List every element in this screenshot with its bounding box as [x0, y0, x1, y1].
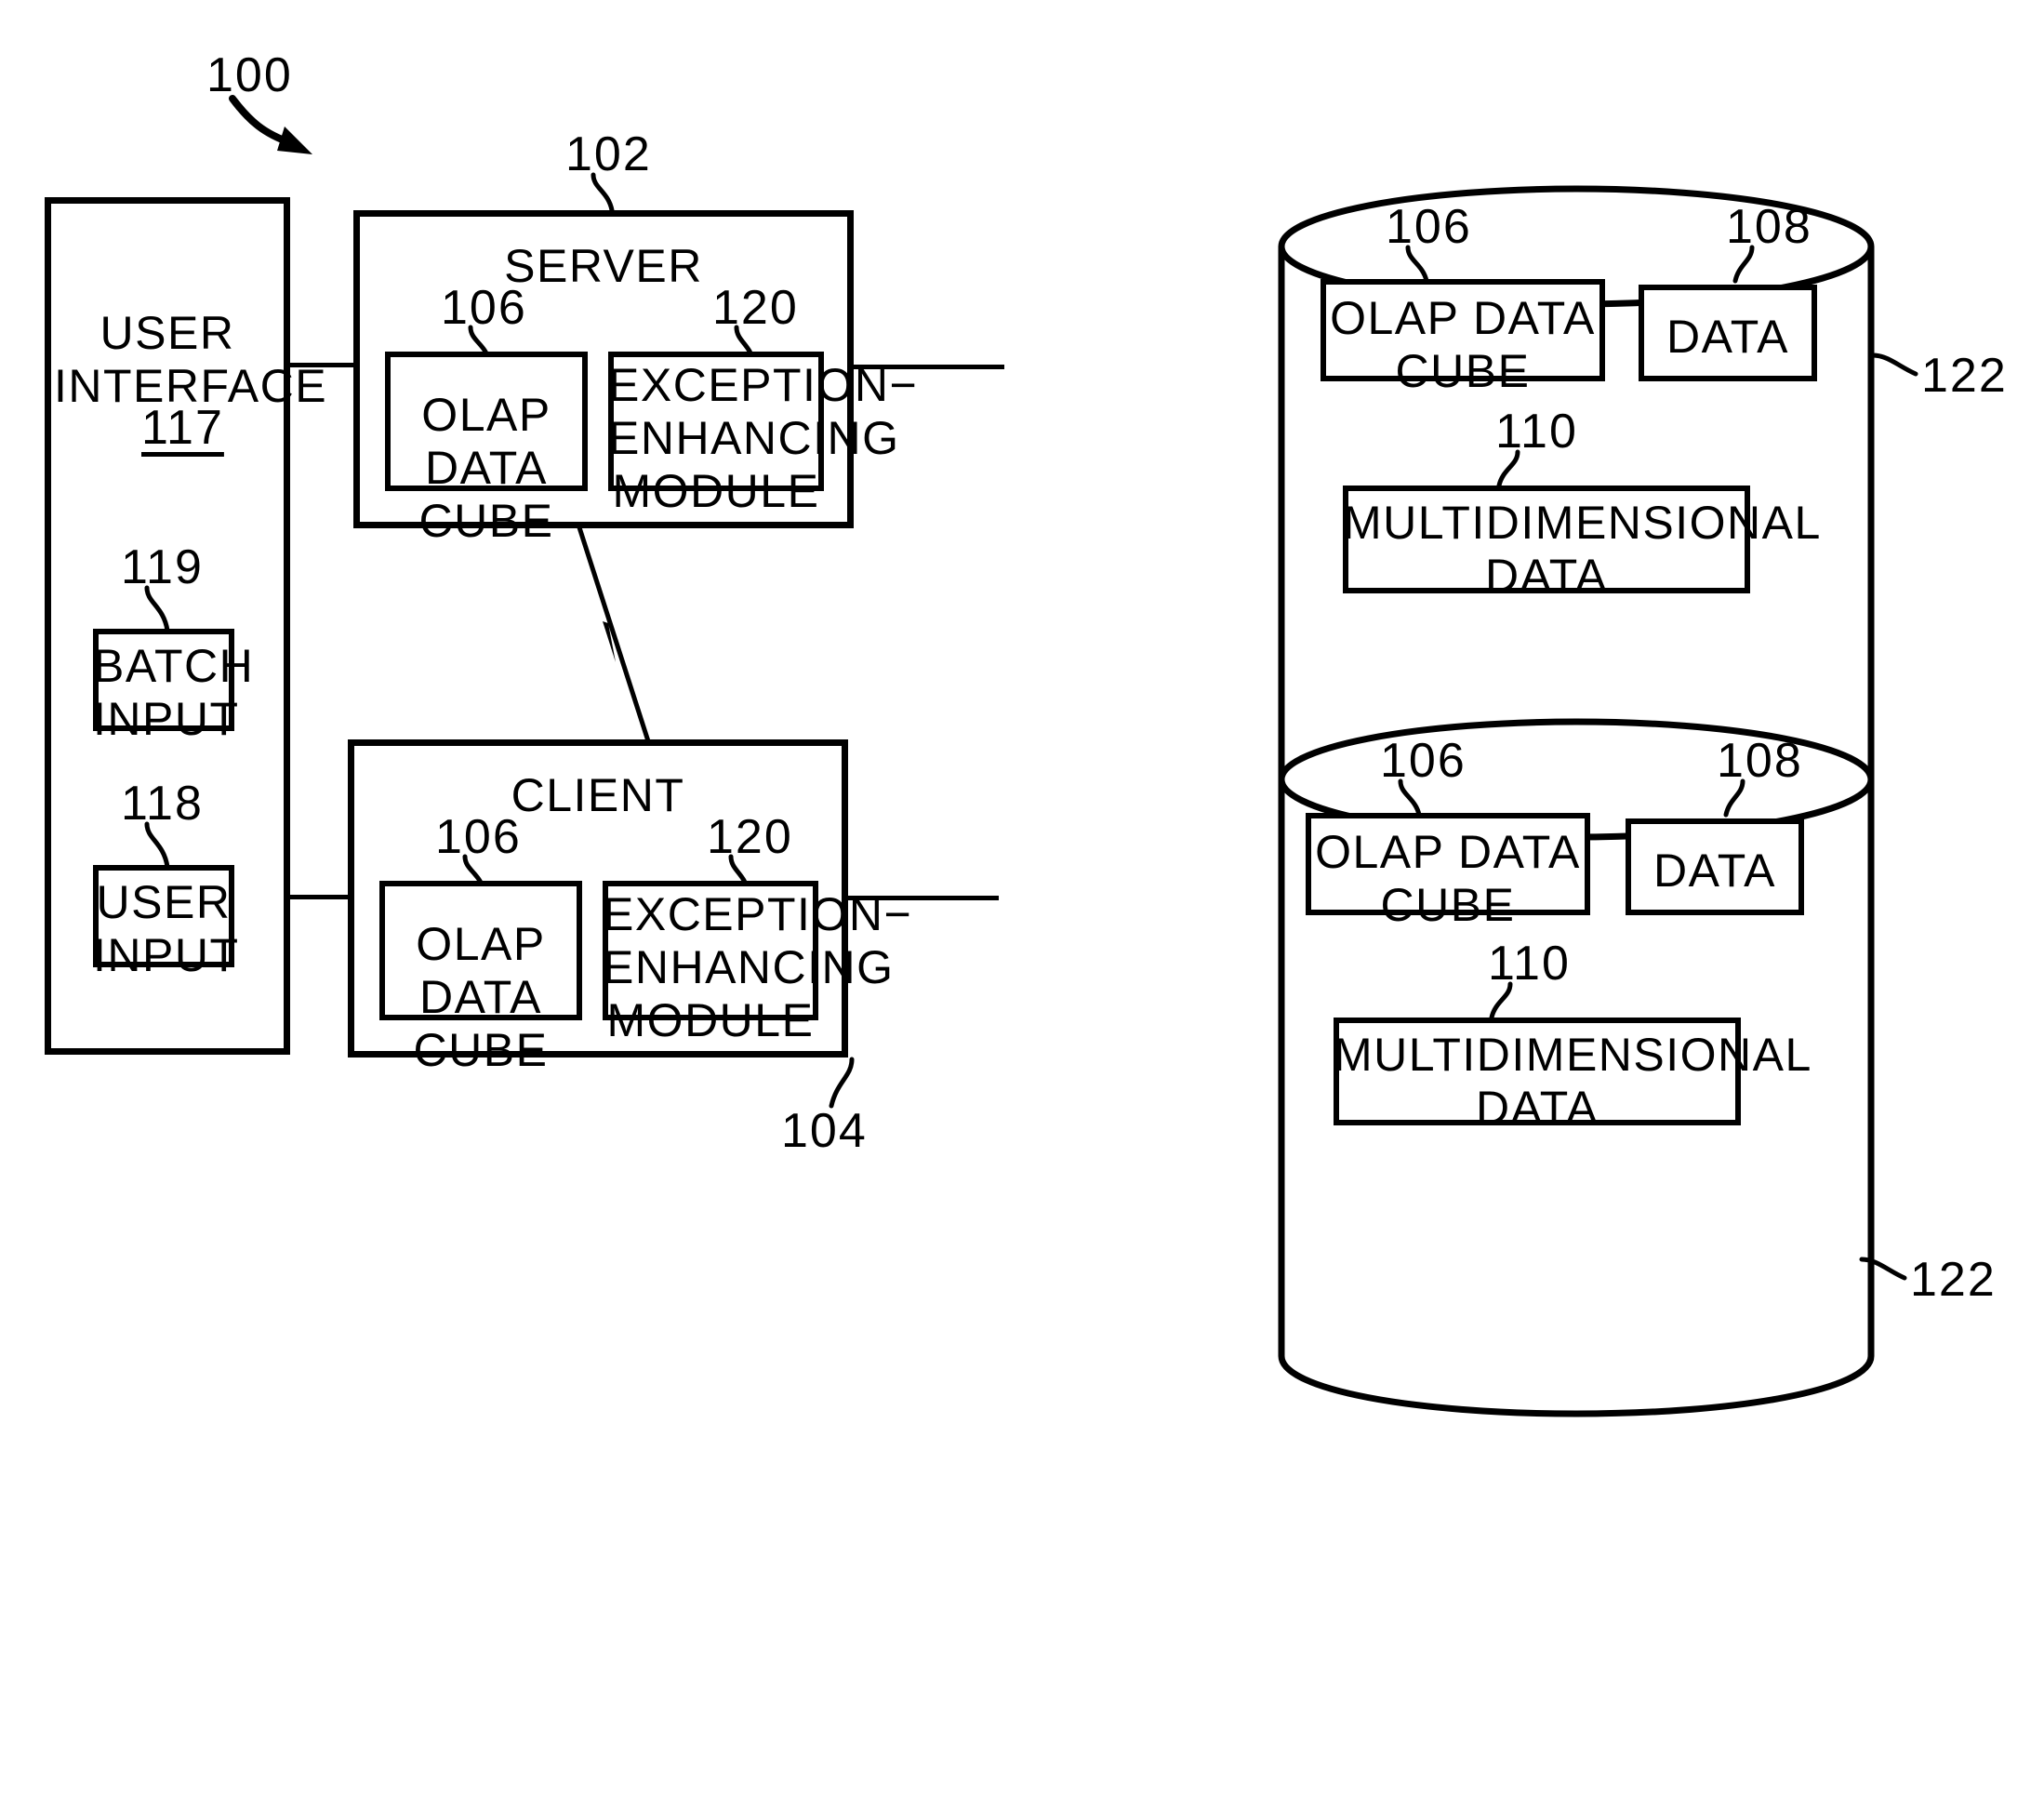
user-interface-numeral-117: 117	[141, 401, 224, 455]
curved-arrow-icon	[229, 95, 312, 154]
database-bottom-olap-data-cube-label: OLAP DATA CUBE	[1315, 826, 1581, 931]
database-bottom-numeral-122: 122	[1910, 1253, 1997, 1307]
client-numeral-104: 104	[781, 1104, 868, 1158]
database-top-data-numeral-108: 108	[1726, 200, 1812, 254]
database-bottom-olap-cube-numeral-106: 106	[1380, 734, 1467, 788]
database-bottom-multidim-numeral-110: 110	[1488, 937, 1571, 991]
database-top-multidimensional-data-label: MULTIDIMENSIONAL DATA	[1343, 497, 1822, 602]
connector-ui-client	[290, 895, 353, 899]
database-bottom-multidimensional-data-label: MULTIDIMENSIONAL DATA	[1334, 1029, 1812, 1134]
database-top-data-leader-icon	[1732, 245, 1755, 284]
connector-server-client	[576, 524, 652, 745]
database-bottom-data-numeral-108: 108	[1717, 734, 1803, 788]
client-olap-data-cube-label: OLAP DATA CUBE	[413, 918, 549, 1076]
database-bottom-leader-icon	[1859, 1257, 1907, 1281]
batch-input-numeral-119: 119	[121, 540, 204, 594]
server-numeral-102: 102	[565, 127, 652, 181]
database-bottom-data-leader-icon	[1723, 778, 1745, 818]
user-interface-title: USER INTERFACE	[54, 307, 328, 412]
user-input-label: USER INPUT	[93, 876, 240, 981]
connector-server-database-top	[854, 365, 1004, 369]
connector-client-database-bottom	[848, 896, 999, 900]
database-top-olap-data-cube-label: OLAP DATA CUBE	[1330, 292, 1596, 397]
client-exception-enhancing-module-label: EXCEPTION− ENHANCING MODULE	[603, 888, 913, 1046]
patent-figure-canvas: 100 USER INTERFACE 117 119 BATCH INPUT 1…	[0, 0, 2044, 1796]
server-exception-enhancing-module-label: EXCEPTION− ENHANCING MODULE	[608, 359, 919, 517]
connector-ui-server	[290, 363, 353, 367]
database-top-olap-cube-numeral-106: 106	[1386, 200, 1472, 254]
database-top-leader-icon	[1870, 353, 1918, 377]
batch-input-label: BATCH INPUT	[93, 640, 255, 745]
user-input-numeral-118: 118	[121, 777, 204, 831]
database-top-numeral-122: 122	[1921, 349, 2008, 403]
database-bottom-data-label: DATA	[1653, 845, 1776, 897]
database-top-data-label: DATA	[1666, 311, 1789, 363]
database-top-multidim-numeral-110: 110	[1495, 405, 1578, 459]
